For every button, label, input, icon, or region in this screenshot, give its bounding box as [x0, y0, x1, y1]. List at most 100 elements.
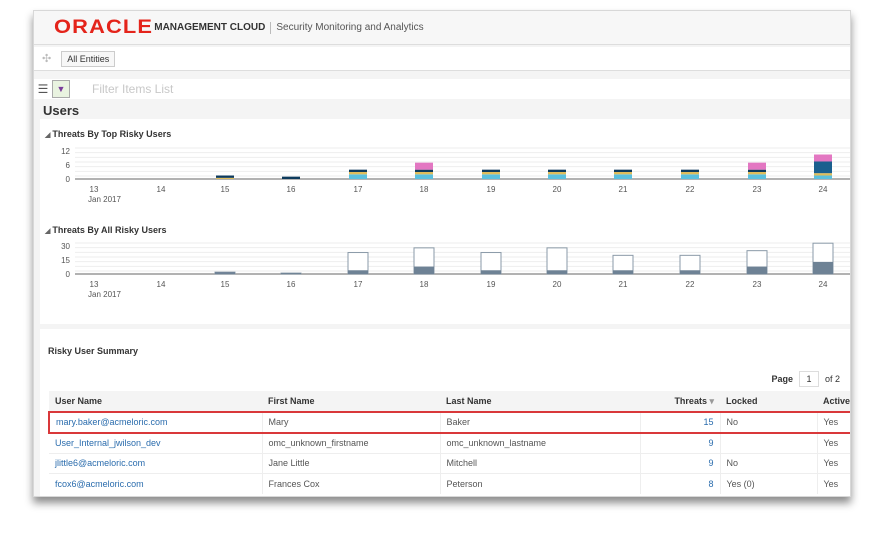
- bar-segment[interactable]: [814, 175, 832, 180]
- bar-risky[interactable]: [481, 270, 501, 274]
- bar-segment[interactable]: [748, 169, 766, 172]
- move-icon[interactable]: ✣: [42, 52, 51, 65]
- first-name: Frances Cox: [262, 473, 441, 494]
- x-tick-label: 17: [354, 185, 363, 194]
- bar-segment[interactable]: [814, 154, 832, 162]
- bar-risky[interactable]: [348, 270, 368, 274]
- threats-link[interactable]: 15: [640, 411, 721, 434]
- x-tick-label: 16: [287, 185, 296, 194]
- col-threats[interactable]: Threats ▾: [640, 391, 720, 412]
- bar-segment[interactable]: [814, 161, 832, 174]
- bar-segment[interactable]: [748, 172, 766, 175]
- active: Yes: [817, 473, 850, 494]
- chart-title-all-risky[interactable]: Threats By All Risky Users: [45, 225, 166, 235]
- x-tick-label: 18: [420, 280, 429, 289]
- user-name-link[interactable]: jlittle6@acmeloric.com: [49, 452, 263, 474]
- bar-segment[interactable]: [482, 169, 500, 172]
- x-tick-label: 24: [819, 280, 828, 289]
- bar-risky[interactable]: [414, 266, 434, 274]
- last-name: omc_unknown_lastname: [440, 432, 641, 453]
- bar-segment[interactable]: [415, 169, 433, 172]
- bar-segment[interactable]: [482, 172, 500, 175]
- x-tick-label: 19: [487, 280, 496, 289]
- bar-risky[interactable]: [613, 270, 633, 274]
- x-tick-label: 20: [553, 280, 562, 289]
- bar-segment[interactable]: [681, 172, 699, 175]
- bar-segment[interactable]: [216, 177, 234, 179]
- locked: Yes (0): [720, 473, 818, 494]
- threats-link[interactable]: 9: [640, 432, 721, 453]
- y-tick-label: 0: [66, 175, 71, 184]
- y-tick-label: 6: [66, 161, 71, 170]
- bar-risky[interactable]: [281, 273, 301, 274]
- locked: [720, 432, 818, 453]
- x-sublabel: Jan 2017: [88, 290, 121, 299]
- menu-icon[interactable]: ☰: [34, 80, 52, 98]
- last-name: Mitchell: [440, 452, 641, 474]
- bar-segment[interactable]: [548, 169, 566, 172]
- x-tick-label: 20: [553, 185, 562, 194]
- bar-segment[interactable]: [681, 169, 699, 172]
- bar-segment[interactable]: [614, 172, 632, 175]
- bar-segment[interactable]: [748, 174, 766, 179]
- bar-segment[interactable]: [415, 174, 433, 179]
- x-tick-label: 13: [90, 280, 99, 289]
- bar-total[interactable]: [546, 247, 568, 275]
- page-label: Page: [771, 374, 793, 384]
- page-input[interactable]: 1: [798, 371, 819, 387]
- user-name-link[interactable]: fcox6@acmeloric.com: [49, 473, 263, 494]
- oracle-logo: ORACLE: [54, 16, 154, 38]
- bar-segment[interactable]: [349, 172, 367, 175]
- bar-risky[interactable]: [547, 270, 567, 274]
- threats-link[interactable]: 8: [640, 473, 721, 494]
- chart-title-top-risky[interactable]: Threats By Top Risky Users: [45, 129, 171, 139]
- risky-user-summary: Risky User Summary Page 1 of 2 User Name…: [40, 329, 850, 496]
- col-threats-label: Threats: [674, 395, 707, 406]
- col-last-name[interactable]: Last Name: [440, 391, 640, 412]
- x-tick-label: 22: [686, 185, 695, 194]
- bar-segment[interactable]: [614, 174, 632, 179]
- charts-panel: Threats By Top Risky Users 0 6 12 13 14 15 16 1…: [40, 119, 850, 324]
- top-risky-chart: 0 6 12 13 14 15 16 17 18 19 20 21 22 23 24 Jan 2017: [61, 147, 850, 204]
- threats-link[interactable]: 9: [640, 452, 721, 474]
- all-entities-button[interactable]: All Entities: [61, 50, 116, 67]
- bar-segment[interactable]: [216, 175, 234, 178]
- bar-risky[interactable]: [215, 272, 235, 274]
- table-row[interactable]: fcox6@acmeloric.com Frances Cox Peterson 8 Y…: [49, 473, 850, 494]
- sort-desc-icon[interactable]: ▾: [709, 396, 714, 406]
- table-row[interactable]: User_Internal_jwilson_dev omc_unknown_fir…: [49, 432, 850, 453]
- user-name-link[interactable]: mary.baker@acmeloric.com: [48, 411, 263, 434]
- bar-risky[interactable]: [813, 261, 833, 274]
- bar-segment[interactable]: [349, 169, 367, 172]
- user-name-link[interactable]: User_Internal_jwilson_dev: [49, 432, 263, 453]
- bar-segment[interactable]: [681, 174, 699, 179]
- col-locked[interactable]: Locked: [720, 391, 817, 412]
- y-tick-label: 12: [61, 147, 70, 156]
- table-row[interactable]: mary.baker@acmeloric.com Mary Baker 15 No Yes: [48, 411, 850, 434]
- col-active[interactable]: Active: [817, 391, 850, 412]
- filter-icon[interactable]: ▼: [52, 80, 70, 98]
- active: Yes: [817, 432, 850, 453]
- bar-segment[interactable]: [548, 172, 566, 175]
- first-name: Jane Little: [262, 452, 441, 474]
- bar-segment[interactable]: [482, 174, 500, 179]
- bar-segment[interactable]: [548, 174, 566, 179]
- bar-segment[interactable]: [282, 176, 300, 179]
- bar-risky[interactable]: [747, 266, 767, 274]
- bar-segment[interactable]: [748, 162, 766, 170]
- col-first-name[interactable]: First Name: [262, 391, 440, 412]
- col-user-name[interactable]: User Name: [49, 391, 262, 412]
- x-tick-label: 18: [420, 185, 429, 194]
- table-row[interactable]: jlittle6@acmeloric.com Jane Little Mitchel…: [49, 452, 850, 474]
- filter-input[interactable]: Filter Items List: [92, 82, 173, 96]
- product-name: MANAGEMENT CLOUD: [154, 22, 266, 33]
- first-name: omc_unknown_firstname: [262, 432, 441, 453]
- bar-risky[interactable]: [680, 270, 700, 274]
- bar-segment[interactable]: [349, 174, 367, 179]
- app-window: ORACLE MANAGEMENT CLOUD Security Monitor…: [33, 10, 851, 497]
- bar-segment[interactable]: [614, 169, 632, 172]
- bar-segment[interactable]: [814, 173, 832, 176]
- bar-segment[interactable]: [415, 162, 433, 170]
- x-tick-label: 15: [221, 185, 230, 194]
- bar-segment[interactable]: [415, 172, 433, 175]
